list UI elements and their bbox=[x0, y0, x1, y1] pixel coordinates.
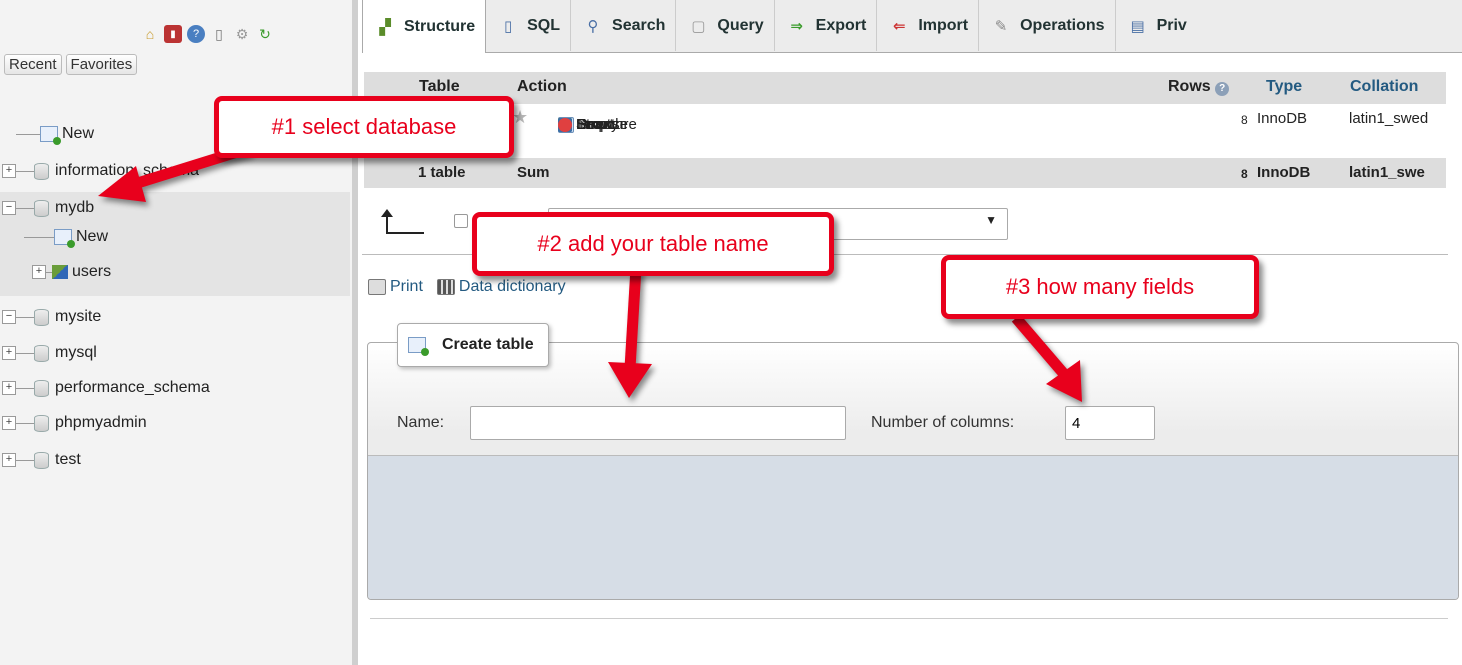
arrow-1-head bbox=[98, 166, 146, 202]
arrow-3 bbox=[1011, 314, 1069, 378]
callout-step-1: #1 select database bbox=[214, 96, 514, 158]
callout-step-3: #3 how many fields bbox=[941, 255, 1259, 319]
callout-step-2: #2 add your table name bbox=[472, 212, 834, 276]
arrow-2 bbox=[624, 267, 642, 369]
arrow-2-head bbox=[608, 362, 652, 398]
